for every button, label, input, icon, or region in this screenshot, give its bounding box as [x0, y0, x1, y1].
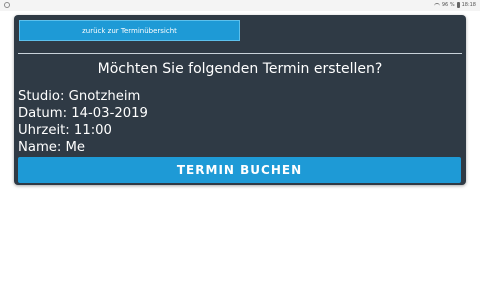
clock: 18:18	[461, 2, 476, 8]
studio-text: Studio: Gnotzheim	[18, 89, 141, 104]
date-text: Datum: 14-03-2019	[18, 106, 148, 121]
time-text: Uhrzeit: 11:00	[18, 123, 112, 138]
confirmation-question: Möchten Sie folgenden Termin erstellen?	[97, 61, 383, 77]
name-text: Name: Me	[18, 140, 86, 155]
back-to-overview-button[interactable]: zurück zur Terminübersicht	[19, 20, 240, 41]
book-appointment-button[interactable]: TERMIN BUCHEN	[18, 157, 461, 183]
wifi-icon	[433, 2, 440, 8]
app-indicator-icon	[4, 2, 10, 8]
battery-icon	[456, 2, 460, 8]
appointment-details: Studio: Gnotzheim Datum: 14-03-2019 Uhrz…	[18, 88, 148, 156]
battery-percent: 96 %	[441, 2, 455, 8]
appointment-card: zurück zur Terminübersicht Möchten Sie f…	[14, 15, 466, 185]
divider	[18, 53, 462, 54]
status-icons: 96 % 18:18	[433, 1, 476, 9]
status-bar: 96 % 18:18	[0, 0, 480, 11]
